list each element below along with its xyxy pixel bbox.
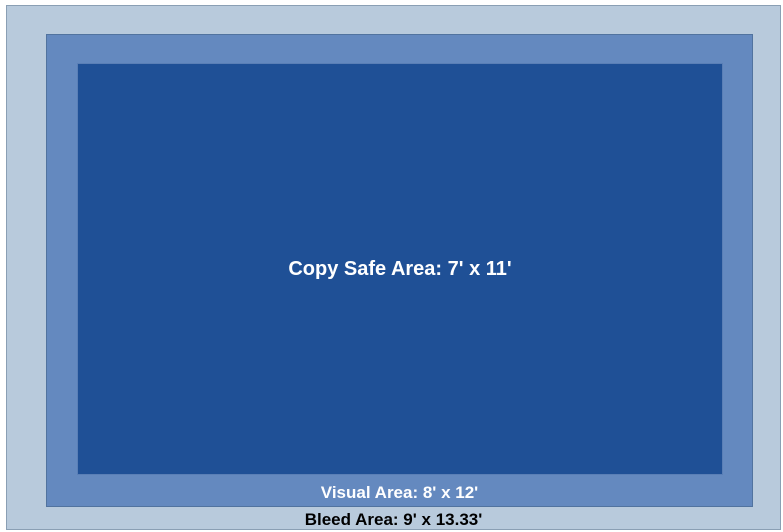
bleed-area-label: Bleed Area: 9' x 13.33' [304, 510, 483, 529]
copy-safe-area-label: Copy Safe Area: 7' x 11' [288, 258, 512, 280]
visual-area-label: Visual Area: 8' x 12' [320, 483, 479, 502]
